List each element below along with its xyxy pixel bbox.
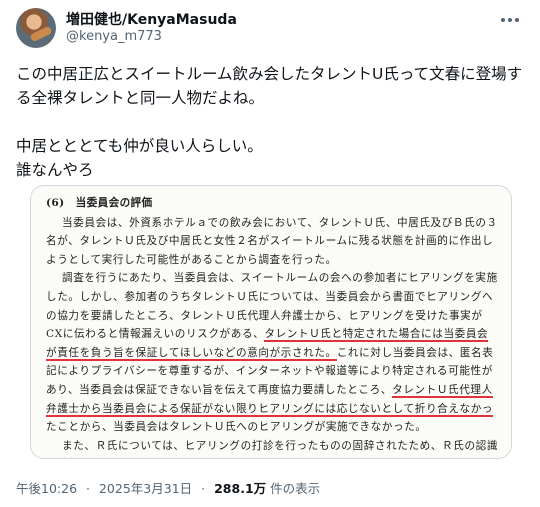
highlighted-text: 弁護士から当委員会による保証がない限りヒアリングには応じないとして折り合えなかっ [46,402,494,417]
document-line: が責任を負う旨を保証してほしいなどの意向が示された。これに対し当委員会は、匿名表 [46,344,506,363]
views-count: 288.1万 [214,481,267,496]
avatar[interactable] [16,8,56,48]
highlighted-text: タレントＵ氏と特定された場合には当委員会 [264,328,489,343]
document-text: 当委員会は、外資系ホテルａでの飲み会において、タレントＵ氏、中居氏及びＢ氏の３ [62,216,498,229]
document-excerpt: (6) 当委員会の評価 当委員会は、外資系ホテルａでの飲み会において、タレントＵ… [46,194,506,459]
tweet-line: る全裸タレントと同一人物だよね。 [16,89,265,107]
document-text: あり、当委員会は保証できない旨を伝えて再度協力要請したところ、 [46,383,393,396]
document-text: たことから、当委員会はタレントＵ氏へのヒアリングが実施できなかった。 [46,421,427,434]
highlighted-text: タレントＵ氏代理人 [392,383,493,398]
document-text: また、Ｒ氏については、ヒアリングの打診を行ったものの固辞されたため、Ｒ氏の認識 [62,439,499,452]
document-line: を確認することはできなかった。 [46,455,506,459]
tweet-time[interactable]: 午後10:26 [16,481,77,496]
document-text: した。しかし、参加者のうちタレントＵ氏については、当委員会から書面でヒアリングへ [46,290,494,303]
tweet-line: 中居とととても仲が良い人らしい。 [16,137,263,155]
document-line: また、Ｒ氏については、ヒアリングの打診を行ったものの固辞されたため、Ｒ氏の認識 [46,437,506,456]
document-line: CXに伝わると情報漏えいのリスクがある、タレントＵ氏と特定された場合には当委員会 [46,325,506,344]
document-line: 記によりプライバシーを尊重するが、インターネットや報道等により特定される可能性が [46,362,506,381]
document-text: CXに伝わると情報漏えいのリスクがある、 [46,328,265,341]
attached-image[interactable]: (6) 当委員会の評価 当委員会は、外資系ホテルａでの飲み会において、タレントＵ… [30,185,512,459]
document-text: これに対し当委員会は、匿名表 [336,346,494,359]
document-line: たことから、当委員会はタレントＵ氏へのヒアリングが実施できなかった。 [46,418,506,437]
author-handle[interactable]: @kenya_m773 [66,29,162,44]
document-text: の協力を要請したところ、タレントＵ氏代理人弁護士から、ヒアリングを受けた事実が [46,309,483,322]
document-text: 名が、タレントＵ氏及び中居氏と女性２名がスイートルームに残る状態を計画的に作出し [46,235,494,248]
document-heading: (6) 当委員会の評価 [46,197,153,209]
more-horizontal-icon [515,18,519,22]
document-text: ようとして実行した可能性があることから調査を行った。 [46,253,337,266]
document-line: ようとして実行した可能性があることから調査を行った。 [46,251,506,270]
highlighted-text: が責任を負う旨を保証してほしいなどの意向が示された。 [46,346,337,361]
document-line: の協力を要請したところ、タレントＵ氏代理人弁護士から、ヒアリングを受けた事実が [46,307,506,326]
author-display-name[interactable]: 増田健也/KenyaMasuda [66,9,237,29]
more-horizontal-icon [501,18,505,22]
meta-separator: · [201,481,206,496]
tweet-line: この中居正広とスイートルーム飲み会したタレントU氏って文春に登場す [16,65,523,83]
document-line: 弁護士から当委員会による保証がない限りヒアリングには応じないとして折り合えなかっ [46,400,506,419]
tweet-line: 誰なんやろ [16,161,94,179]
document-text: 記によりプライバシーを尊重するが、インターネットや報道等により特定される可能性が [46,365,493,378]
avatar-guitar [29,25,53,43]
document-line: あり、当委員会は保証できない旨を伝えて再度協力要請したところ、タレントＵ氏代理人 [46,381,506,400]
meta-separator: · [86,481,90,496]
document-line: 名が、タレントＵ氏及び中居氏と女性２名がスイートルームに残る状態を計画的に作出し [46,232,506,251]
more-horizontal-icon [508,18,512,22]
more-options-button[interactable] [496,8,524,32]
document-line: した。しかし、参加者のうちタレントＵ氏については、当委員会から書面でヒアリングへ [46,288,506,307]
tweet-text: この中居正広とスイートルーム飲み会したタレントU氏って文春に登場す る全裸タレン… [16,62,524,182]
views-label: 件の表示 [270,481,321,496]
document-line: 当委員会は、外資系ホテルａでの飲み会において、タレントＵ氏、中居氏及びＢ氏の３ [46,214,506,233]
tweet-meta: 午後10:26 · 2025年3月31日 · 288.1万 件の表示 [16,478,320,497]
tweet-date[interactable]: 2025年3月31日 [99,481,192,496]
document-text: 調査を行うにあたり、当委員会は、スイートルームの会への参加者にヒアリングを実施 [62,272,498,285]
tweet-header: 増田健也/KenyaMasuda @kenya_m773 [16,8,524,52]
document-text: を確認することはできなかった。 [46,458,214,459]
document-line: 調査を行うにあたり、当委員会は、スイートルームの会への参加者にヒアリングを実施 [46,269,506,288]
